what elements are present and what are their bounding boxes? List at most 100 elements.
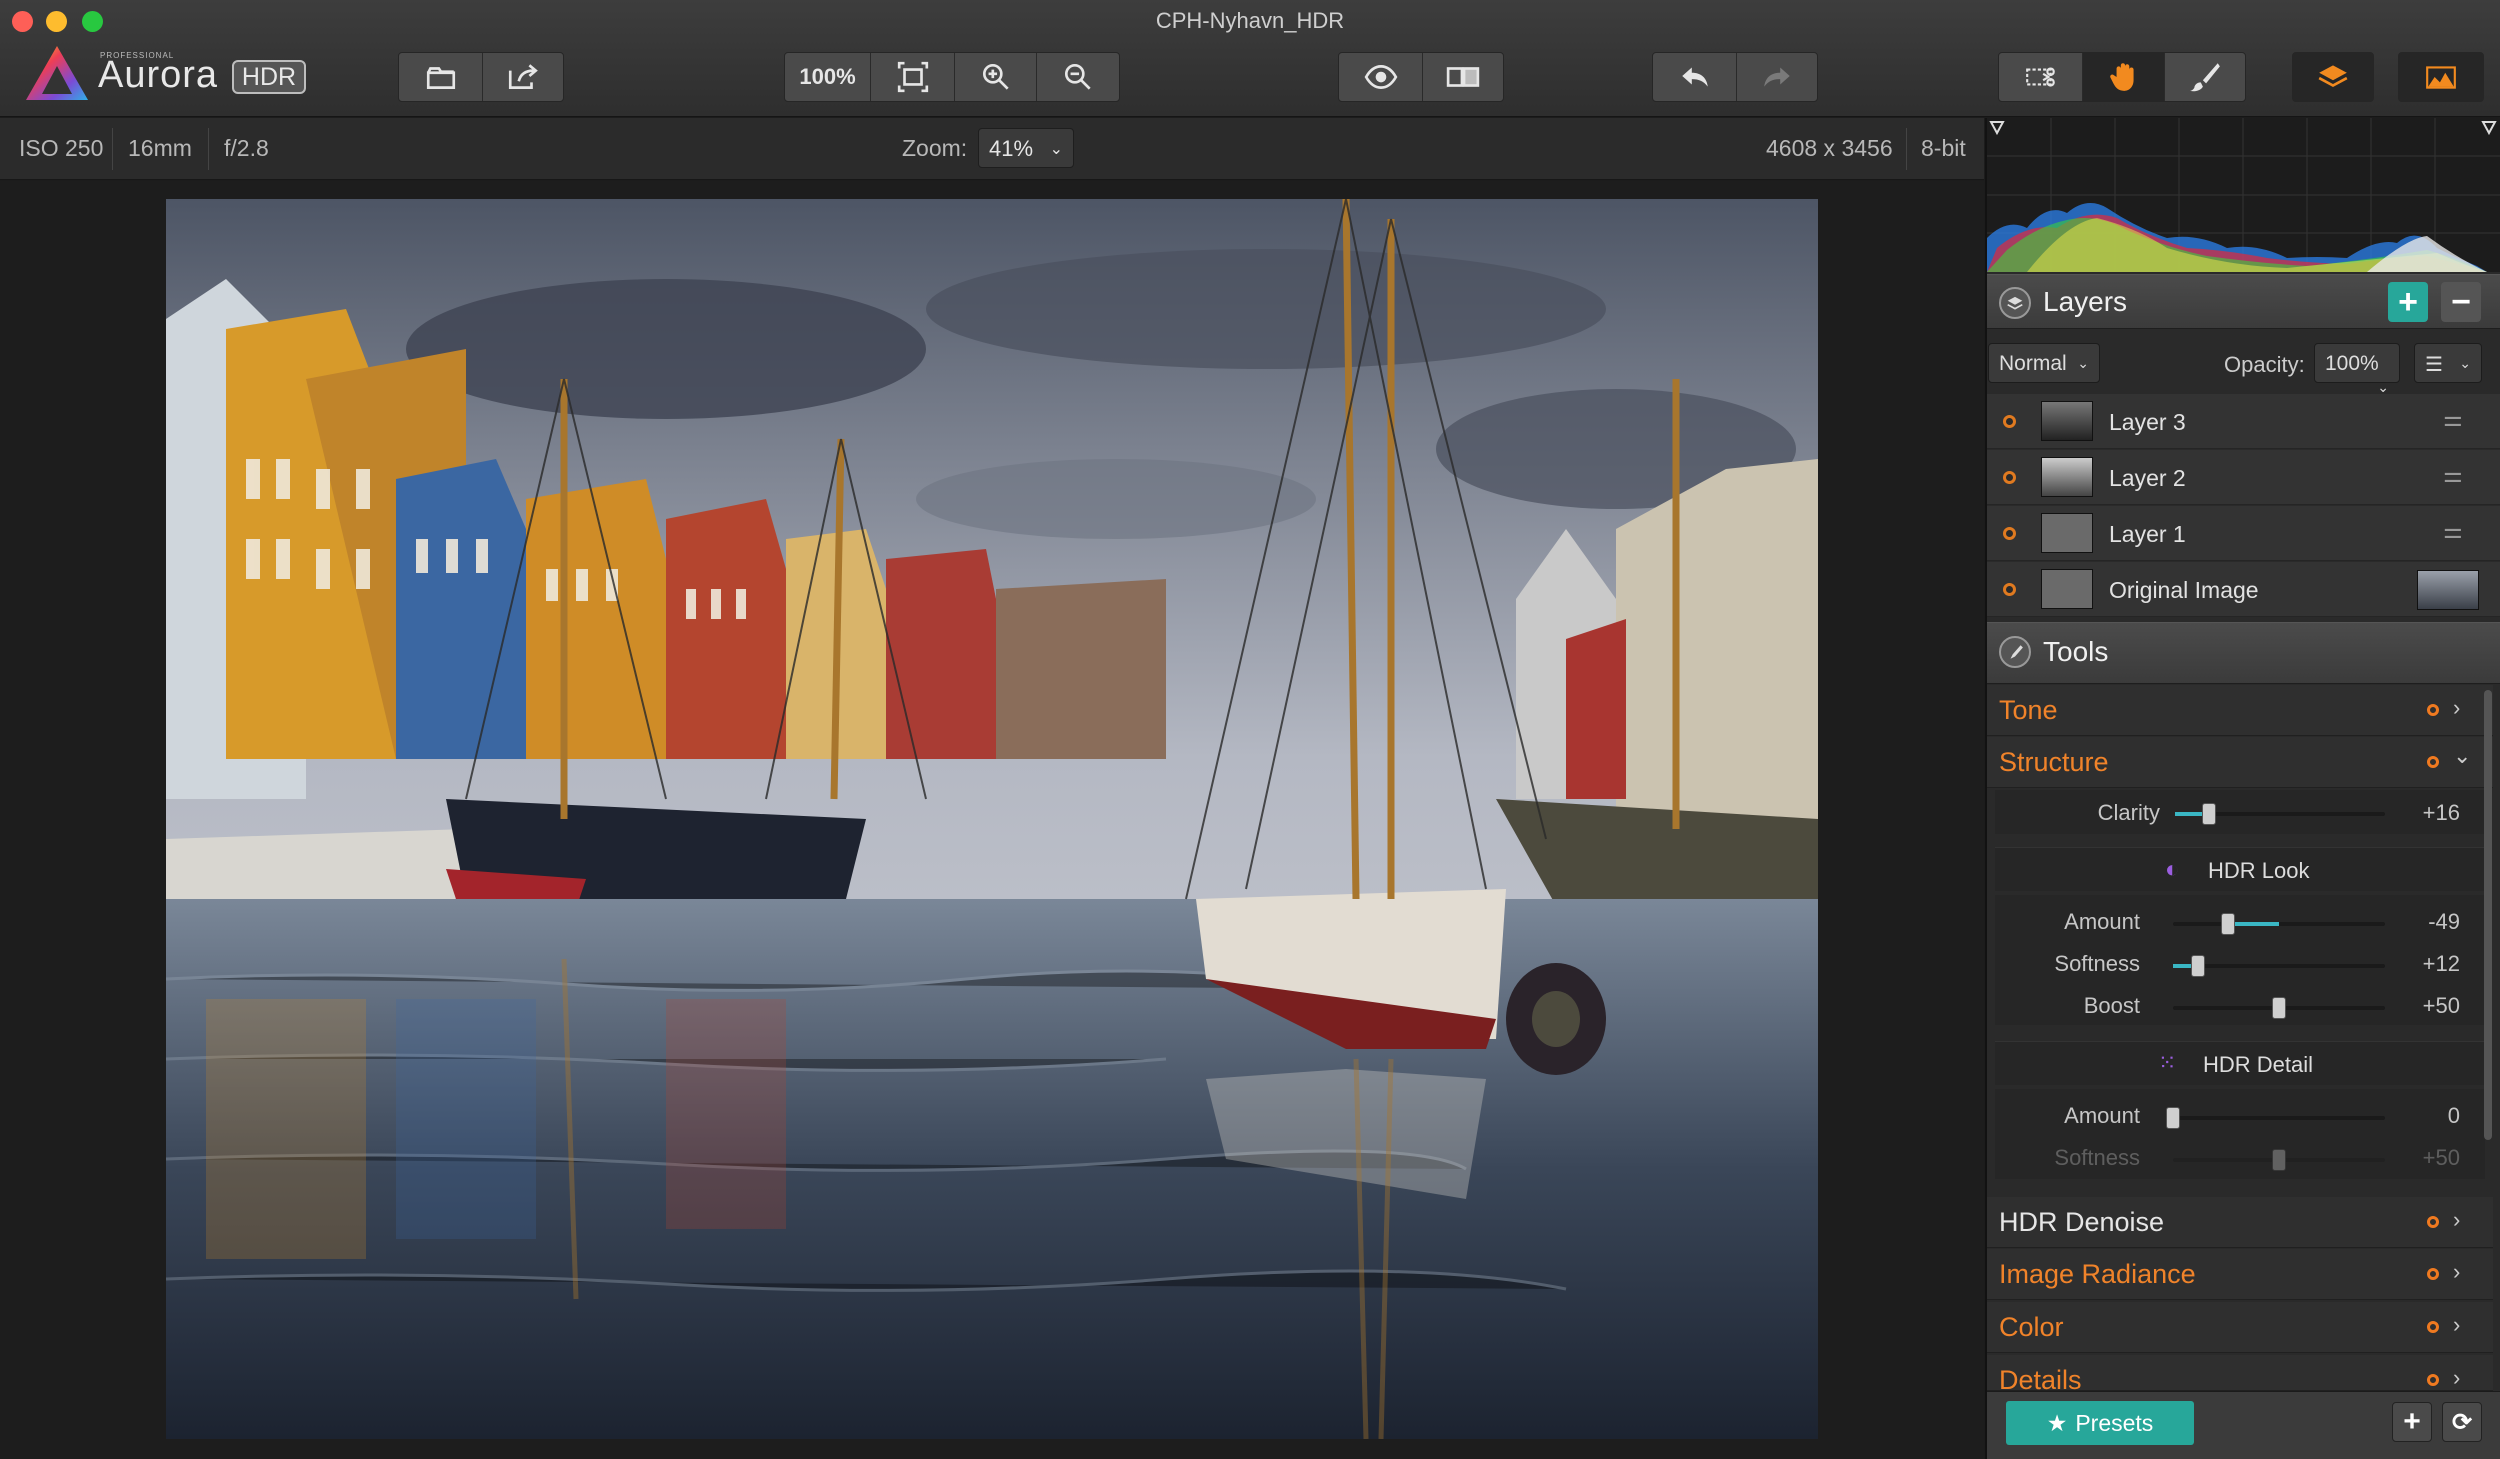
tool-tone[interactable]: Tone › xyxy=(1987,685,2493,736)
star-icon: ★ xyxy=(2046,1409,2068,1436)
tool-enable-dot[interactable] xyxy=(2427,1216,2439,1228)
logo-wordmark: Aurora xyxy=(98,54,219,96)
hdr-look-boost-label: Boost xyxy=(2083,993,2140,1018)
layer-name: Layer 1 xyxy=(2109,521,2186,547)
refresh-button[interactable]: ⟳ xyxy=(2442,1402,2482,1442)
image-dimensions: 4608 x 3456 xyxy=(1766,135,1893,161)
nyhavn-photo-image xyxy=(166,199,1818,1439)
tool-structure[interactable]: Structure ⌄ xyxy=(1987,737,2493,788)
tool-enable-dot[interactable] xyxy=(2427,704,2439,716)
tool-hdr-denoise[interactable]: HDR Denoise › xyxy=(1987,1197,2493,1248)
preview-toggle-button[interactable] xyxy=(1339,53,1423,101)
plus-icon: + xyxy=(2398,282,2418,321)
highlight-clipping-icon[interactable] xyxy=(2481,121,2497,136)
open-button[interactable] xyxy=(399,53,483,101)
layer-row-2[interactable]: Layer 2 ⚌ xyxy=(1987,450,2500,505)
slider-knob[interactable] xyxy=(2201,803,2216,825)
tool-enable-dot[interactable] xyxy=(2427,1321,2439,1333)
layer-row-1[interactable]: Layer 1 ⚌ xyxy=(1987,506,2500,561)
slider-knob[interactable] xyxy=(2166,1107,2180,1129)
info-divider xyxy=(1906,128,1907,170)
slider-knob[interactable] xyxy=(2272,997,2286,1019)
zoom-in-icon xyxy=(982,63,1009,90)
layer-visibility-dot[interactable] xyxy=(2003,471,2016,484)
tool-enable-dot[interactable] xyxy=(2427,1268,2439,1280)
aurora-logo-icon xyxy=(26,46,88,100)
layer-visibility-dot[interactable] xyxy=(2003,415,2016,428)
hdr-look-amount-slider[interactable] xyxy=(2173,913,2385,935)
slider-knob[interactable] xyxy=(2272,1149,2286,1171)
remove-layer-button[interactable]: − xyxy=(2441,282,2481,322)
histogram-panel-button[interactable] xyxy=(2399,53,2483,101)
zoom-100-button[interactable]: 100% xyxy=(785,53,871,101)
hdr-detail-softness-label: Softness xyxy=(2054,1145,2140,1170)
hdr-detail-amount-slider[interactable] xyxy=(2166,1107,2385,1129)
layer-row-3[interactable]: Layer 3 ⚌ xyxy=(1987,394,2500,449)
layer-settings-icon[interactable]: ⚌ xyxy=(2443,462,2463,488)
add-preset-button[interactable]: + xyxy=(2392,1402,2432,1442)
hdr-look-boost-slider[interactable] xyxy=(2173,997,2385,1019)
layer-visibility-dot[interactable] xyxy=(2003,583,2016,596)
focal-length-value: 16mm xyxy=(128,135,192,161)
tool-enable-dot[interactable] xyxy=(2427,756,2439,768)
share-icon xyxy=(508,64,538,89)
undo-button[interactable] xyxy=(1653,53,1737,101)
zoom-in-button[interactable] xyxy=(955,53,1037,101)
tool-details-label: Details xyxy=(1999,1365,2082,1391)
hdr-detail-softness-slider[interactable] xyxy=(2173,1149,2385,1171)
hand-tool-button[interactable] xyxy=(2083,53,2165,101)
layer-settings-icon[interactable]: ⚌ xyxy=(2443,406,2463,432)
clarity-row: Clarity +16 xyxy=(1995,790,2485,834)
blend-mode-value: Normal xyxy=(1999,352,2067,375)
layer-thumbnail xyxy=(2041,401,2093,441)
histogram-icon xyxy=(2426,66,2456,89)
fit-screen-button[interactable] xyxy=(871,53,955,101)
chevron-right-icon: › xyxy=(2453,1312,2461,1337)
history-button-group xyxy=(1652,52,1818,102)
opacity-dropdown[interactable]: 100% ⌄ xyxy=(2314,343,2400,395)
zoom-dropdown-value: 41% xyxy=(989,136,1034,161)
share-button[interactable] xyxy=(483,53,563,101)
preview-button-group xyxy=(1338,52,1504,102)
hdr-photo[interactable] xyxy=(166,199,1818,1439)
zoom-dropdown[interactable]: 41% ⌄ xyxy=(978,128,1074,168)
add-layer-button[interactable]: + xyxy=(2388,282,2428,322)
layer-menu-button[interactable]: ☰ ⌄ xyxy=(2414,343,2482,383)
shadow-clipping-icon[interactable] xyxy=(1989,121,2005,136)
hdr-look-softness-slider[interactable] xyxy=(2173,955,2385,977)
iso-value: ISO 250 xyxy=(19,135,104,161)
compare-view-button[interactable] xyxy=(1423,53,1503,101)
tool-structure-label: Structure xyxy=(1999,747,2109,777)
layer-settings-icon[interactable]: ⚌ xyxy=(2443,518,2463,544)
redo-icon xyxy=(1764,67,1790,87)
tools-scrollbar[interactable] xyxy=(2484,690,2492,1140)
folder-icon xyxy=(426,67,455,89)
tool-image-radiance[interactable]: Image Radiance › xyxy=(1987,1249,2493,1300)
minus-icon: − xyxy=(2451,282,2471,321)
clarity-slider[interactable] xyxy=(2175,803,2385,825)
slider-knob[interactable] xyxy=(2221,913,2236,935)
layer-visibility-dot[interactable] xyxy=(2003,527,2016,540)
layer-name: Layer 2 xyxy=(2109,465,2186,491)
canvas-tools-group xyxy=(1998,52,2246,102)
blend-mode-dropdown[interactable]: Normal ⌄ xyxy=(1988,343,2100,383)
layer-row-original[interactable]: Original Image xyxy=(1987,562,2500,617)
menu-lines-icon: ☰ xyxy=(2425,354,2443,376)
tool-details[interactable]: Details › xyxy=(1987,1355,2493,1391)
hdr-detail-amount-value: 0 xyxy=(2447,1103,2460,1128)
layers-panel-button[interactable] xyxy=(2293,53,2373,101)
hdr-look-softness-label: Softness xyxy=(2054,951,2140,976)
chevron-right-icon: › xyxy=(2453,1259,2461,1284)
presets-button[interactable]: ★ Presets xyxy=(2006,1401,2194,1445)
layer-name: Layer 3 xyxy=(2109,409,2186,435)
tool-tone-label: Tone xyxy=(1999,695,2058,725)
hdr-look-boost-value: +50 xyxy=(2422,993,2460,1018)
zoom-out-icon xyxy=(1064,63,1091,90)
redo-button[interactable] xyxy=(1737,53,1817,101)
zoom-out-button[interactable] xyxy=(1037,53,1119,101)
tool-enable-dot[interactable] xyxy=(2427,1374,2439,1386)
tool-color[interactable]: Color › xyxy=(1987,1302,2493,1353)
crop-tool-button[interactable] xyxy=(1999,53,2083,101)
brush-tool-button[interactable] xyxy=(2165,53,2245,101)
slider-knob[interactable] xyxy=(2191,955,2206,977)
